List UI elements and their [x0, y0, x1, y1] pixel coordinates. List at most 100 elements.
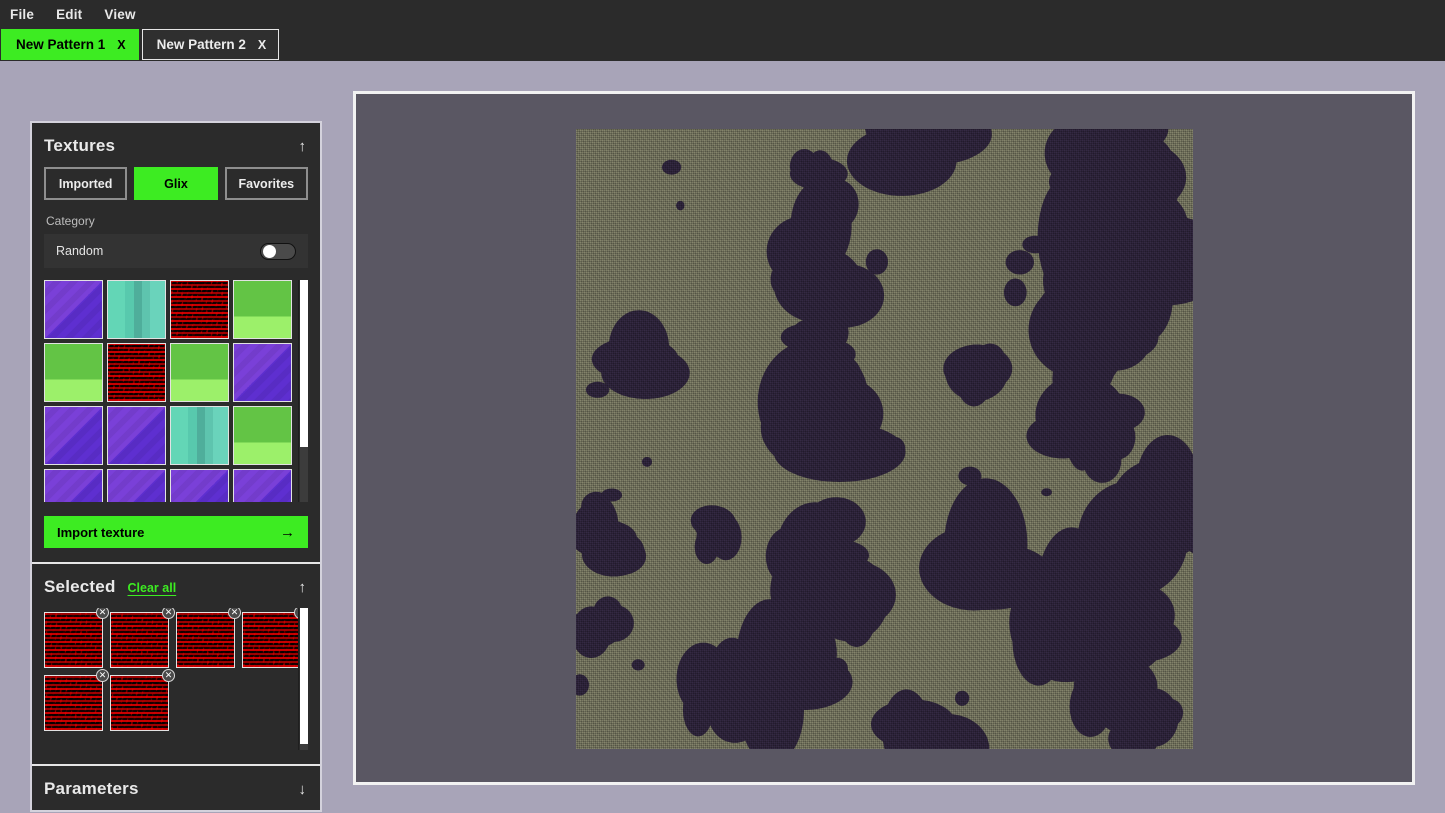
texture-thumbnail[interactable]: [233, 343, 292, 402]
tab-favorites[interactable]: Favorites: [224, 167, 308, 200]
pattern-blobs: [575, 129, 1193, 749]
remove-icon[interactable]: ✕: [162, 669, 175, 682]
scrollbar-track-remainder: [300, 446, 308, 502]
red-texture-swatch: [111, 676, 168, 730]
selected-thumbnail[interactable]: ✕: [44, 608, 109, 668]
scrollbar-thumb[interactable]: [300, 280, 308, 447]
texture-thumbnail[interactable]: [107, 406, 166, 465]
menu-item-file[interactable]: File: [10, 7, 34, 22]
remove-icon[interactable]: ✕: [96, 608, 109, 619]
menu-item-view[interactable]: View: [104, 7, 135, 22]
category-label: Category: [46, 214, 95, 228]
red-texture-swatch: [45, 676, 102, 730]
panel-title: Selected: [44, 577, 116, 596]
selected-thumbnail[interactable]: ✕: [176, 608, 241, 668]
random-label: Random: [56, 244, 104, 258]
selected-grid-container: ✕✕✕✕✕✕: [44, 608, 308, 750]
selected-thumbnail-image: [111, 613, 168, 667]
texture-thumbnail[interactable]: [170, 280, 229, 339]
tab-bar: New Pattern 1 X New Pattern 2 X: [0, 29, 1445, 61]
tab-glix[interactable]: Glix: [134, 167, 218, 200]
toggle-knob: [263, 244, 276, 258]
red-texture-swatch: [45, 613, 102, 667]
texture-thumbnail[interactable]: [44, 280, 103, 339]
selected-grid-scrollbar[interactable]: [298, 608, 308, 750]
textures-panel-header[interactable]: Textures ↑: [32, 123, 320, 167]
selected-thumbnail[interactable]: ✕: [44, 669, 109, 731]
random-toggle[interactable]: [260, 242, 296, 260]
purple-texture-swatch: [45, 470, 102, 502]
texture-thumbnail[interactable]: [107, 343, 166, 402]
selected-panel-header[interactable]: Selected Clear all ↑: [32, 564, 320, 608]
teal-texture-swatch: [171, 407, 228, 464]
red-texture-swatch: [171, 281, 228, 338]
texture-thumbnail[interactable]: [107, 469, 166, 502]
tab-imported[interactable]: Imported: [44, 167, 128, 200]
red-texture-swatch: [177, 613, 234, 667]
remove-icon[interactable]: ✕: [96, 669, 109, 682]
panel-title: Textures: [44, 136, 116, 155]
texture-thumbnail[interactable]: [233, 406, 292, 465]
selected-grid: ✕✕✕✕✕✕: [44, 608, 307, 731]
sidebar: Textures ↑ Imported Glix Favorites Categ…: [30, 121, 322, 812]
canvas-frame[interactable]: [353, 91, 1415, 785]
purple-texture-swatch: [108, 470, 165, 502]
remove-icon[interactable]: ✕: [162, 608, 175, 619]
purple-texture-swatch: [171, 470, 228, 502]
texture-thumbnail[interactable]: [44, 469, 103, 502]
tab-new-pattern-1[interactable]: New Pattern 1 X: [1, 29, 139, 60]
red-texture-swatch: [243, 613, 300, 667]
green-texture-swatch: [234, 281, 291, 338]
collapse-up-icon[interactable]: ↑: [299, 580, 307, 595]
workspace: Textures ↑ Imported Glix Favorites Categ…: [0, 61, 1445, 813]
selected-thumbnail[interactable]: ✕: [110, 608, 175, 668]
tab-label: New Pattern 2: [156, 37, 246, 52]
texture-thumbnail[interactable]: [233, 280, 292, 339]
remove-icon[interactable]: ✕: [228, 608, 241, 619]
selected-thumbnail[interactable]: ✕: [242, 608, 307, 668]
texture-thumbnail[interactable]: [107, 280, 166, 339]
selected-thumbnail-image: [111, 676, 168, 730]
texture-thumbnail[interactable]: [44, 343, 103, 402]
tab-label: New Pattern 1: [16, 37, 106, 52]
texture-grid: [44, 280, 298, 502]
panel-title: Parameters: [44, 779, 139, 798]
teal-texture-swatch: [108, 281, 165, 338]
menu-bar: File Edit View: [0, 0, 1445, 29]
green-texture-swatch: [171, 344, 228, 401]
close-icon[interactable]: X: [117, 38, 125, 52]
parameters-panel: Parameters ↓: [32, 766, 320, 810]
texture-thumbnail[interactable]: [170, 469, 229, 502]
green-texture-swatch: [45, 344, 102, 401]
tab-new-pattern-2[interactable]: New Pattern 2 X: [141, 29, 280, 60]
texture-grid-scrollbar[interactable]: [298, 280, 308, 502]
expand-down-icon[interactable]: ↓: [299, 782, 307, 797]
selected-panel: Selected Clear all ↑ ✕✕✕✕✕✕: [32, 564, 320, 750]
texture-thumbnail[interactable]: [233, 469, 292, 502]
random-row: Random: [44, 234, 308, 268]
close-icon[interactable]: X: [258, 38, 266, 52]
parameters-panel-header[interactable]: Parameters ↓: [32, 766, 320, 810]
import-texture-button[interactable]: Import texture →: [44, 516, 308, 548]
red-texture-swatch: [111, 613, 168, 667]
selected-thumbnail-image: [45, 613, 102, 667]
scrollbar-track-remainder: [300, 744, 308, 750]
textures-panel: Textures ↑ Imported Glix Favorites Categ…: [32, 123, 320, 548]
menu-item-edit[interactable]: Edit: [56, 7, 82, 22]
purple-texture-swatch: [45, 407, 102, 464]
texture-thumbnail[interactable]: [44, 406, 103, 465]
scrollbar-thumb[interactable]: [300, 608, 308, 745]
purple-texture-swatch: [234, 470, 291, 502]
clear-all-link[interactable]: Clear all: [128, 581, 177, 595]
collapse-up-icon[interactable]: ↑: [299, 139, 307, 154]
selected-thumbnail-image: [45, 676, 102, 730]
purple-texture-swatch: [45, 281, 102, 338]
pattern-preview[interactable]: [575, 129, 1193, 749]
import-texture-label: Import texture: [57, 524, 145, 540]
texture-grid-container: [44, 280, 308, 502]
texture-thumbnail[interactable]: [170, 343, 229, 402]
selected-thumbnail[interactable]: ✕: [110, 669, 175, 731]
purple-texture-swatch: [234, 344, 291, 401]
texture-thumbnail[interactable]: [170, 406, 229, 465]
selected-thumbnail-image: [177, 613, 234, 667]
